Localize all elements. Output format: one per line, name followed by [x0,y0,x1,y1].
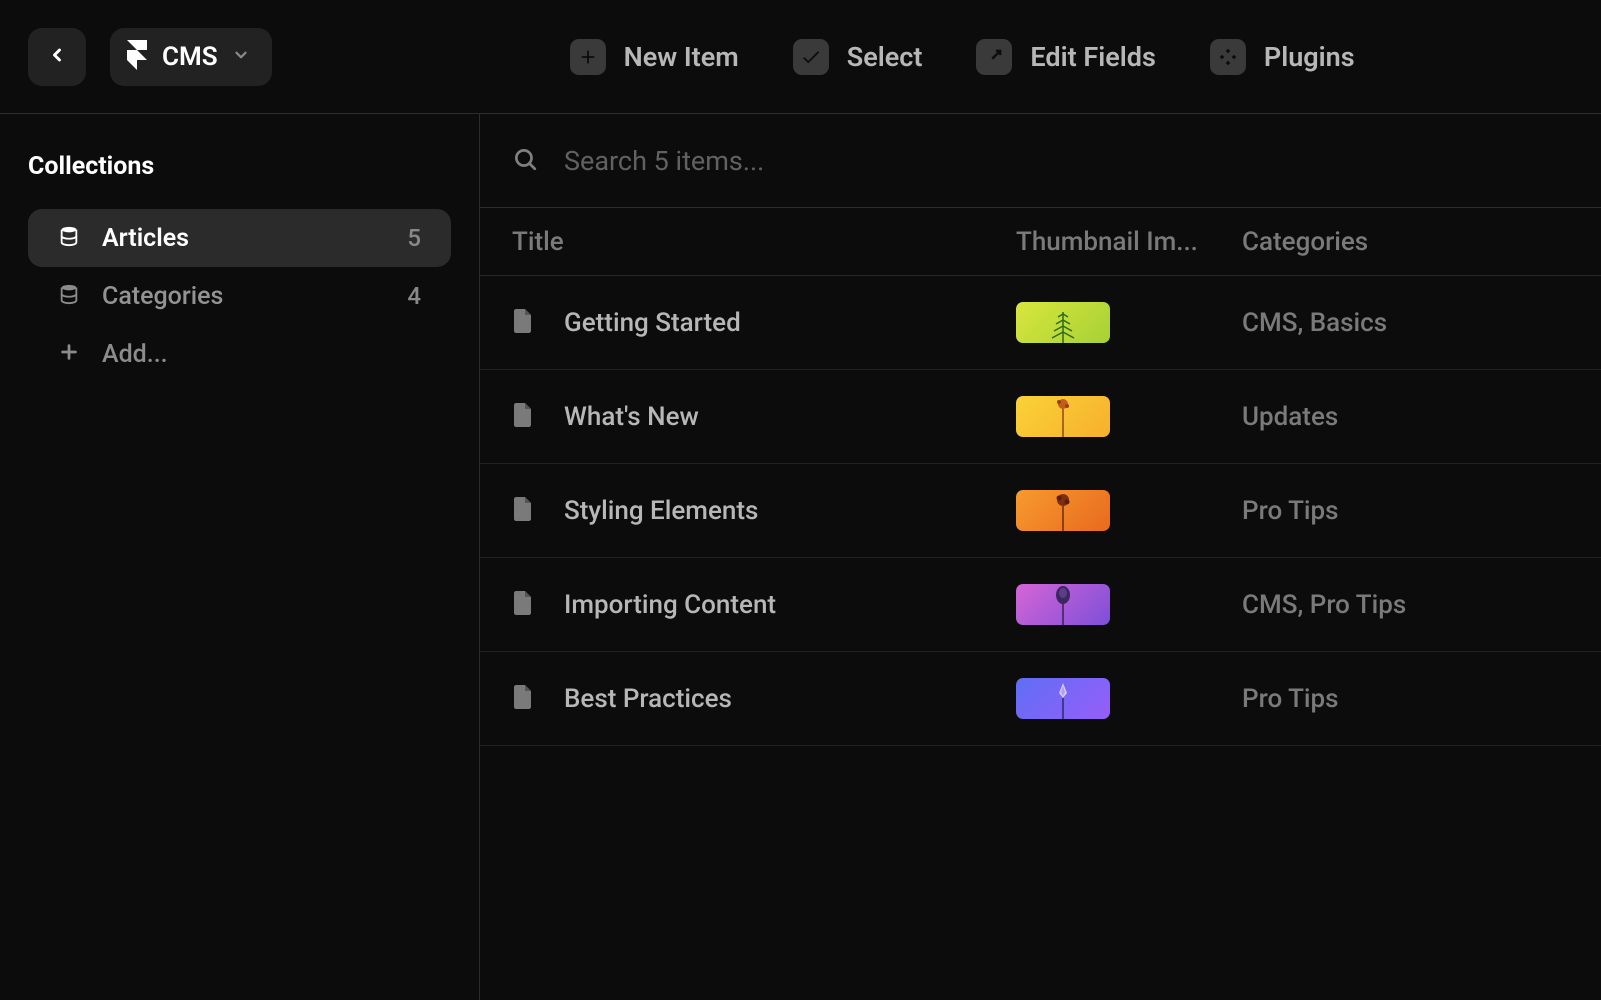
add-collection-button[interactable]: Add... [28,325,451,383]
plus-icon [58,341,80,367]
plugins-button[interactable]: Plugins [1210,39,1355,75]
sidebar: Collections Articles 5 Categories 4 Add.… [0,114,480,1000]
table-row[interactable]: Styling Elements Pro Tips [480,464,1601,558]
database-icon [58,225,80,251]
row-categories: Pro Tips [1242,496,1569,526]
chevron-down-icon [232,46,250,68]
cms-dropdown[interactable]: CMS [110,28,272,86]
table-row[interactable]: Importing Content CMS, Pro Tips [480,558,1601,652]
back-button[interactable] [28,28,86,86]
collection-label: Categories [102,282,385,311]
table-header: Title Thumbnail Im... Categories [480,208,1601,276]
row-categories: CMS, Pro Tips [1242,590,1569,620]
edit-fields-label: Edit Fields [1030,41,1155,73]
column-header-title[interactable]: Title [512,227,1016,257]
row-categories: CMS, Basics [1242,308,1569,338]
search-bar [480,114,1601,208]
plugins-label: Plugins [1264,41,1355,73]
checkmark-icon [793,39,829,75]
page-icon [512,685,534,713]
table-row[interactable]: What's New Updates [480,370,1601,464]
page-icon [512,403,534,431]
content-area: Collections Articles 5 Categories 4 Add.… [0,114,1601,1000]
thumbnail-image [1016,302,1110,343]
column-header-thumbnail[interactable]: Thumbnail Im... [1016,227,1242,257]
framer-logo-icon [126,40,148,74]
select-label: Select [847,41,923,73]
thumbnail-image [1016,584,1110,625]
row-title: Importing Content [564,590,776,620]
add-label: Add... [102,340,168,369]
page-icon [512,591,534,619]
thumbnail-image [1016,678,1110,719]
arrow-out-icon [976,39,1012,75]
edit-fields-button[interactable]: Edit Fields [976,39,1155,75]
collection-count: 4 [407,282,421,310]
row-categories: Pro Tips [1242,684,1569,714]
table-row[interactable]: Getting Started CMS, Basics [480,276,1601,370]
select-button[interactable]: Select [793,39,923,75]
new-item-button[interactable]: New Item [570,39,739,75]
chevron-left-icon [47,45,67,69]
sidebar-item-categories[interactable]: Categories 4 [28,267,451,325]
row-categories: Updates [1242,402,1569,432]
collection-count: 5 [407,224,421,252]
row-title: What's New [564,402,699,432]
page-icon [512,309,534,337]
row-title: Getting Started [564,308,741,338]
database-icon [58,283,80,309]
toolbar-actions: New Item Select Edit Fields Plugins [570,39,1355,75]
thumbnail-image [1016,396,1110,437]
thumbnail-image [1016,490,1110,531]
topbar: CMS New Item Select Edit Fields [0,0,1601,114]
search-icon [512,146,538,176]
table-row[interactable]: Best Practices Pro Tips [480,652,1601,746]
new-item-label: New Item [624,41,739,73]
main-panel: Title Thumbnail Im... Categories Getting… [480,114,1601,1000]
sidebar-item-articles[interactable]: Articles 5 [28,209,451,267]
plugins-icon [1210,39,1246,75]
row-title: Styling Elements [564,496,758,526]
cms-dropdown-label: CMS [162,42,218,72]
plus-icon [570,39,606,75]
collection-label: Articles [102,224,385,253]
search-input[interactable] [564,145,1569,177]
page-icon [512,497,534,525]
items-table: Title Thumbnail Im... Categories Getting… [480,208,1601,1000]
sidebar-title: Collections [28,152,451,181]
row-title: Best Practices [564,684,732,714]
column-header-categories[interactable]: Categories [1242,227,1569,257]
